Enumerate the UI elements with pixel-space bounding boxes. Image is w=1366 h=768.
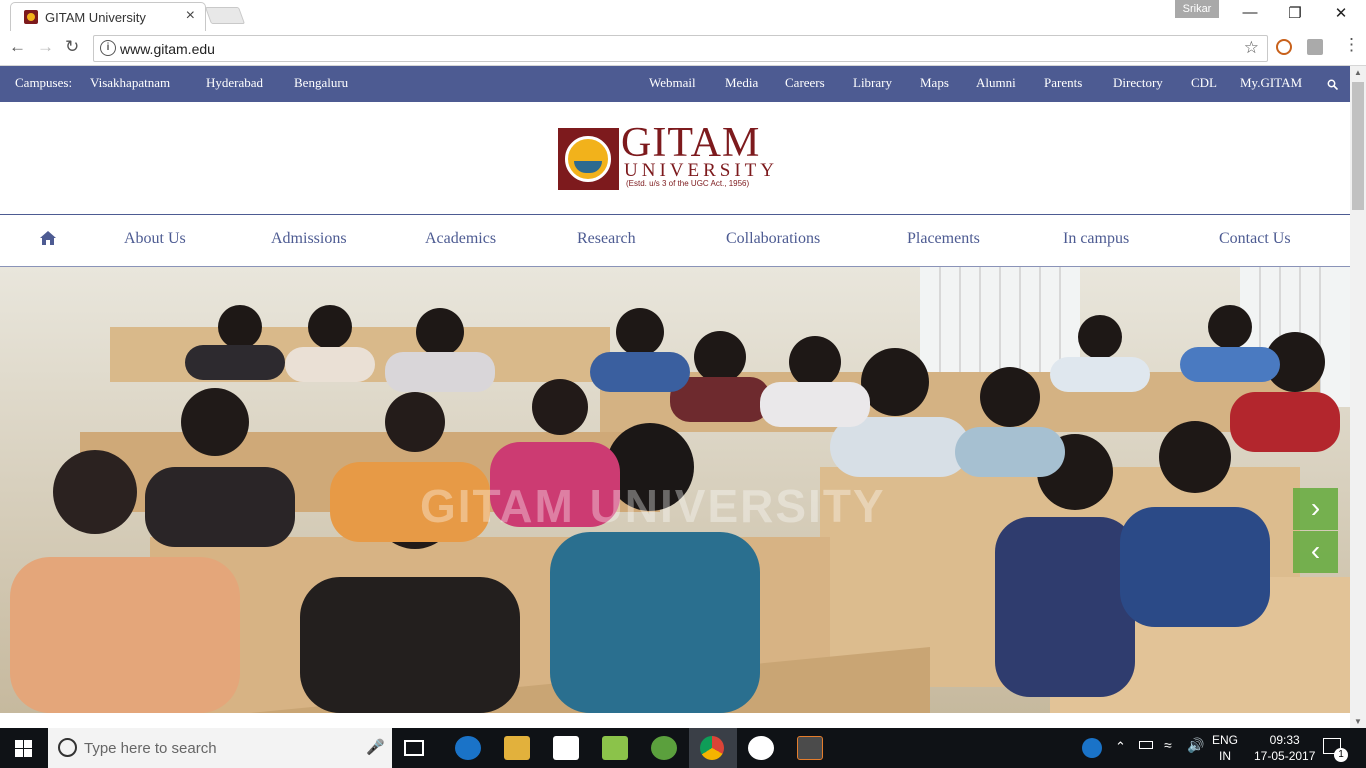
task-view-icon[interactable] [404, 740, 424, 756]
nav-item-academics[interactable]: Academics [425, 230, 496, 248]
top-link-directory[interactable]: Directory [1113, 75, 1163, 91]
page-scrollbar[interactable]: ▲ ▼ [1350, 66, 1366, 728]
notification-count-badge: 1 [1334, 748, 1348, 762]
sublime-text-icon[interactable] [797, 736, 823, 760]
scrollbar-thumb[interactable] [1352, 82, 1364, 210]
top-link-webmail[interactable]: Webmail [649, 75, 696, 91]
windows-start-icon[interactable] [15, 740, 32, 757]
tray-expand-icon[interactable]: ⌃ [1115, 739, 1126, 755]
extension-icon[interactable] [1276, 39, 1292, 55]
minimize-button[interactable]: — [1235, 4, 1265, 21]
bookmark-star-icon[interactable]: ☆ [1244, 38, 1259, 58]
clock-time: 09:33 [1269, 733, 1300, 747]
close-window-button[interactable]: ✕ [1326, 4, 1356, 22]
search-icon[interactable] [1327, 79, 1338, 90]
language-indicator[interactable]: ENG IN [1212, 732, 1238, 764]
nav-item-in-campus[interactable]: In campus [1063, 230, 1129, 248]
browser-titlebar: GITAM University × Srikar — ❐ ✕ [0, 0, 1366, 31]
gitam-emblem-logo[interactable] [558, 128, 619, 190]
top-link-maps[interactable]: Maps [920, 75, 949, 91]
hero-slider-image: GITAM UNIVERSITY › ‹ [0, 267, 1350, 713]
windows-taskbar: Type here to search 🎤 ⌃ ≈ 🔊 ENG IN 09:33… [0, 728, 1366, 768]
header-logo-area: GITAM UNIVERSITY (Estd. u/s 3 of the UGC… [0, 102, 1350, 215]
tab-close-icon[interactable]: × [186, 7, 195, 25]
page-content-below [0, 713, 1350, 728]
clock-date: 17-05-2017 [1254, 749, 1316, 763]
top-link-parents[interactable]: Parents [1044, 75, 1082, 91]
campus-link-hyderabad[interactable]: Hyderabad [206, 75, 263, 91]
wifi-icon[interactable]: ≈ [1164, 737, 1172, 753]
chrome-icon [700, 736, 724, 760]
forward-arrow-icon[interactable]: → [37, 37, 54, 57]
cortana-icon [58, 738, 77, 757]
slider-prev-button[interactable]: ‹ [1293, 531, 1338, 573]
hero-watermark-text: GITAM UNIVERSITY [420, 480, 886, 532]
campus-link-bengaluru[interactable]: Bengaluru [294, 75, 348, 91]
pdf-extension-icon[interactable] [1307, 39, 1323, 55]
top-link-cdl[interactable]: CDL [1191, 75, 1217, 91]
clock[interactable]: 09:33 17-05-2017 [1254, 732, 1315, 764]
taskbar-search-box[interactable]: Type here to search 🎤 [48, 728, 392, 768]
nav-item-placements[interactable]: Placements [907, 230, 980, 248]
nav-item-about-us[interactable]: About Us [124, 230, 186, 248]
top-navigation-bar: Campuses: Visakhapatnam Hyderabad Bengal… [0, 66, 1350, 102]
campuses-label: Campuses: [15, 75, 73, 90]
microphone-icon[interactable]: 🎤 [366, 738, 385, 756]
chrome-taskbar-active[interactable] [689, 728, 737, 768]
restore-button[interactable]: ❐ [1280, 4, 1310, 22]
home-icon[interactable] [39, 230, 57, 246]
language-code: ENG [1212, 733, 1239, 747]
url-text[interactable]: www.gitam.edu [120, 41, 215, 57]
chrome-menu-icon[interactable]: ⋮ [1343, 35, 1360, 55]
nav-item-admissions[interactable]: Admissions [271, 230, 347, 248]
reload-icon[interactable]: ↻ [65, 37, 79, 57]
site-info-icon[interactable]: i [100, 40, 116, 56]
evernote-icon[interactable] [602, 736, 628, 760]
store-icon[interactable] [553, 736, 579, 760]
slack-icon[interactable] [748, 736, 774, 760]
nav-item-contact-us[interactable]: Contact Us [1219, 230, 1291, 248]
nav-item-collaborations[interactable]: Collaborations [726, 230, 820, 248]
campus-link-visakhapatnam[interactable]: Visakhapatnam [90, 75, 170, 91]
main-navigation: About Us Admissions Academics Research C… [0, 216, 1350, 267]
tripadvisor-icon[interactable] [651, 736, 677, 760]
new-tab-button[interactable] [204, 7, 246, 24]
scroll-up-icon[interactable]: ▲ [1354, 68, 1362, 77]
top-link-careers[interactable]: Careers [785, 75, 825, 91]
taskbar-search-placeholder[interactable]: Type here to search [84, 740, 217, 757]
sun-emblem-icon [565, 136, 611, 182]
scroll-down-icon[interactable]: ▼ [1354, 717, 1362, 726]
region-code: IN [1219, 749, 1231, 763]
browser-toolbar: ← → ↻ i www.gitam.edu ☆ ⋮ [0, 31, 1366, 66]
file-explorer-icon[interactable] [504, 736, 530, 760]
edge-browser-icon[interactable] [455, 736, 481, 760]
top-link-alumni[interactable]: Alumni [976, 75, 1016, 91]
logo-wordmark[interactable]: GITAM [621, 122, 760, 164]
top-link-library[interactable]: Library [853, 75, 892, 91]
profile-badge[interactable]: Srikar [1175, 0, 1219, 18]
back-arrow-icon[interactable]: ← [9, 37, 26, 57]
top-link-media[interactable]: Media [725, 75, 758, 91]
site-favicon-icon [24, 10, 38, 24]
nav-item-research[interactable]: Research [577, 230, 636, 248]
tray-warning-icon[interactable] [1082, 738, 1102, 758]
logo-establishment-note: (Estd. u/s 3 of the UGC Act., 1956) [626, 179, 750, 188]
browser-tab[interactable]: GITAM University × [10, 2, 206, 31]
slider-next-button[interactable]: › [1293, 488, 1338, 530]
battery-icon[interactable] [1139, 741, 1153, 749]
tab-title: GITAM University [45, 10, 146, 25]
volume-icon[interactable]: 🔊 [1187, 737, 1204, 754]
address-bar[interactable]: i www.gitam.edu ☆ [93, 35, 1268, 62]
top-link-mygitam[interactable]: My.GITAM [1240, 75, 1302, 91]
